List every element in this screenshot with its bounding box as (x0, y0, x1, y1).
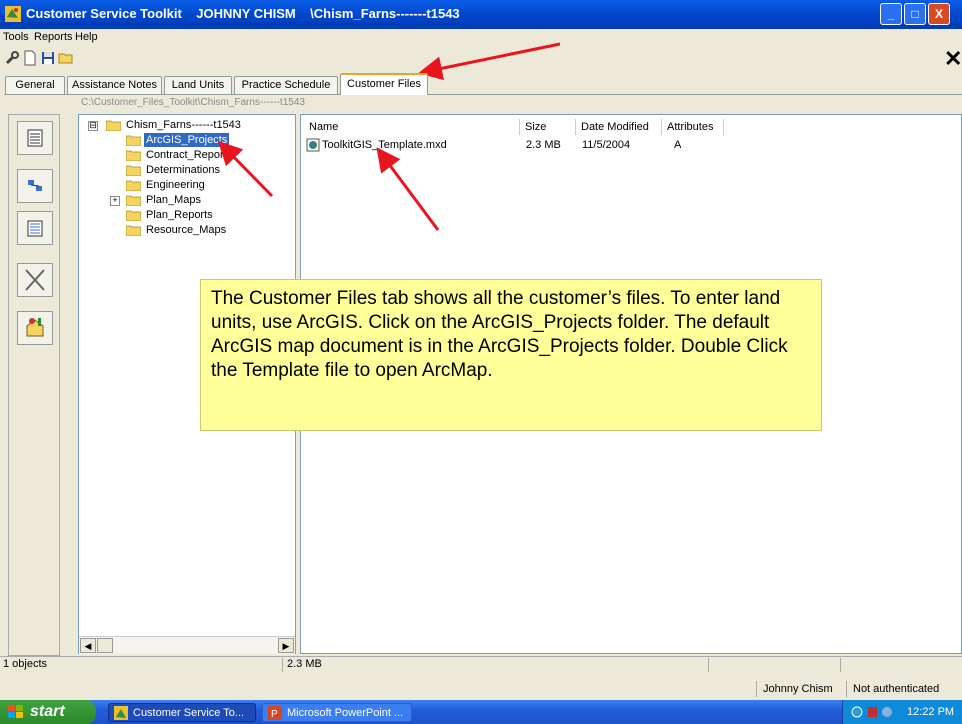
start-label: start (30, 703, 65, 720)
left-tool-panel (8, 114, 60, 656)
save-icon[interactable] (40, 50, 56, 66)
tab-general[interactable]: General (5, 76, 65, 94)
instruction-callout: The Customer Files tab shows all the cus… (200, 279, 822, 431)
delete-x-icon[interactable] (17, 263, 53, 297)
title-bar: Customer Service Toolkit JOHNNY CHISM \C… (0, 0, 962, 29)
menu-bar: Tools Reports Help (0, 29, 962, 46)
tree-item-label: Plan_Reports (146, 209, 213, 221)
collapse-root-icon[interactable]: ⊟ (88, 121, 98, 131)
tree-item-label: Determinations (146, 164, 220, 176)
menu-reports[interactable]: Reports (34, 31, 73, 43)
status-size: 2.3 MB (287, 658, 322, 670)
tab-customer-files[interactable]: Customer Files (340, 73, 428, 95)
close-button[interactable]: X (928, 3, 950, 25)
scroll-right-icon[interactable]: ▶ (278, 638, 294, 653)
folder-icon (126, 225, 141, 236)
app-icon (4, 5, 22, 23)
folder-icon (106, 120, 121, 131)
column-header-name[interactable]: Name (306, 119, 520, 135)
scroll-left-icon[interactable]: ◀ (80, 638, 96, 653)
taskbar-item-toolkit[interactable]: Customer Service To... (108, 703, 256, 722)
status-user: Johnny Chism (756, 681, 844, 697)
folder-icon (126, 195, 141, 206)
windows-logo-icon (8, 705, 23, 718)
calculator-icon[interactable] (17, 121, 53, 155)
status-auth: Not authenticated (846, 681, 962, 697)
taskbar-item-label: Customer Service To... (133, 707, 245, 719)
scroll-thumb[interactable] (97, 638, 113, 653)
tree-item-label: Contract_Reports (146, 149, 233, 161)
menu-tools[interactable]: Tools (3, 31, 29, 43)
tab-land-units[interactable]: Land Units (164, 76, 232, 94)
path-field: C:\Customer_Files_Toolkit\Chism_Farns---… (78, 95, 381, 111)
powerpoint-icon: P (268, 706, 282, 720)
file-size-cell: 2.3 MB (526, 139, 561, 151)
map-document-icon (306, 138, 320, 152)
file-date-cell: 11/5/2004 (582, 139, 631, 151)
tab-practice-schedule[interactable]: Practice Schedule (234, 76, 338, 94)
window-title: Customer Service Toolkit JOHNNY CHISM \C… (26, 6, 460, 21)
folder-icon (126, 180, 141, 191)
maximize-button[interactable]: □ (904, 3, 926, 25)
tools-box-icon[interactable] (17, 311, 53, 345)
column-header-attributes[interactable]: Attributes (664, 119, 724, 135)
tree-horizontal-scrollbar[interactable]: ◀ ▶ (79, 636, 295, 654)
system-tray: 12:22 PM (842, 700, 962, 724)
tree-item-label: Engineering (146, 179, 205, 191)
tree-item-label: ArcGIS_Projects (144, 133, 230, 147)
file-attr-cell: A (674, 139, 682, 151)
new-document-icon[interactable] (22, 50, 38, 66)
taskbar-item-powerpoint[interactable]: P Microsoft PowerPoint ... (262, 703, 412, 722)
expand-plan-maps-icon[interactable]: + (110, 196, 120, 206)
toolkit-app-icon (114, 706, 128, 720)
folder-icon (126, 165, 141, 176)
tree-item-label: Plan_Maps (146, 194, 202, 206)
column-header-date[interactable]: Date Modified (578, 119, 662, 135)
taskbar-item-label: Microsoft PowerPoint ... (287, 707, 404, 719)
start-button[interactable]: start (0, 700, 96, 724)
tray-icons (851, 706, 892, 718)
folder-icon (126, 210, 141, 221)
open-folder-icon[interactable] (58, 50, 74, 66)
tab-assistance-notes[interactable]: Assistance Notes (67, 76, 162, 94)
file-name-cell: ToolkitGIS_Template.mxd (322, 139, 447, 151)
toolbar (0, 47, 962, 69)
network-icon[interactable] (17, 169, 53, 203)
tree-item-label: Resource_Maps (146, 224, 227, 236)
column-header-size[interactable]: Size (522, 119, 576, 135)
close-toolkit-icon[interactable]: ✕ (944, 48, 962, 70)
tree-root-label: Chism_Farns------t1543 (126, 119, 241, 131)
folder-icon (126, 150, 141, 161)
clock: 12:22 PM (907, 706, 955, 718)
wrench-icon[interactable] (4, 50, 20, 66)
object-count: 1 objects (3, 658, 48, 670)
list-view-icon[interactable] (17, 211, 53, 245)
folder-open-icon (126, 135, 141, 146)
svg-text:P: P (271, 709, 278, 720)
menu-help[interactable]: Help (75, 31, 98, 43)
minimize-button[interactable]: _ (880, 3, 902, 25)
status-bar: 1 objects 2.3 MB (0, 656, 962, 673)
